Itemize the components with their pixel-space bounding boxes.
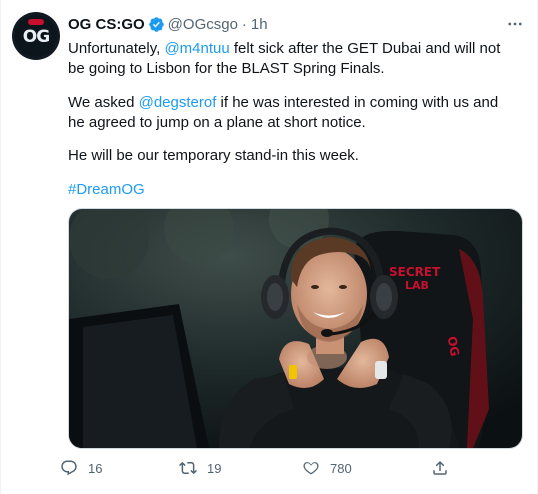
photo-illustration: SECRET LAB OG <box>69 209 522 448</box>
reply-button[interactable]: 16 <box>60 452 102 484</box>
tweet-actions-bar: 16 19 780 <box>60 452 490 484</box>
share-button[interactable] <box>431 452 449 484</box>
header-separator: · <box>241 15 247 33</box>
tweet-text: We asked <box>68 94 139 111</box>
tweet-header: OG CS:GO @OGcsgo · 1h <box>68 14 268 34</box>
mention-link[interactable]: @m4ntuu <box>164 40 229 57</box>
verified-icon <box>148 16 164 32</box>
tweet-paragraph-1: Unfortunately, @m4ntuu felt sick after t… <box>68 39 518 79</box>
tweet-photo[interactable]: SECRET LAB OG <box>68 208 523 449</box>
retweet-count: 19 <box>207 460 222 476</box>
like-count: 780 <box>330 460 352 476</box>
tweet-text: Unfortunately, <box>68 40 165 57</box>
reply-icon <box>61 460 77 476</box>
like-icon <box>303 462 319 475</box>
author-name[interactable]: OG CS:GO <box>68 16 145 33</box>
mention-link[interactable]: @degsterof <box>139 94 217 111</box>
avatar[interactable]: OG <box>12 12 60 60</box>
more-icon <box>508 22 522 26</box>
more-options-button[interactable] <box>498 10 532 38</box>
hashtag-paragraph: #DreamOG <box>68 180 518 200</box>
reply-count: 16 <box>88 460 103 476</box>
retweet-button[interactable]: 19 <box>179 452 221 484</box>
tweet-paragraph-2: We asked @degsterof if he was interested… <box>68 93 518 133</box>
chair-brand-text-1: SECRET <box>389 265 441 279</box>
like-button[interactable]: 780 <box>302 452 352 484</box>
tweet-timestamp[interactable]: 1h <box>251 16 268 33</box>
timeline-left-border <box>0 0 1 494</box>
avatar-logo-text: OG <box>22 27 50 47</box>
chair-brand-text-2: LAB <box>405 279 429 292</box>
author-handle[interactable]: @OGcsgo <box>168 16 238 33</box>
hashtag-link[interactable]: #DreamOG <box>68 181 145 198</box>
share-icon <box>433 460 447 475</box>
red-bull-logo-mark <box>28 19 44 25</box>
retweet-icon <box>179 461 197 475</box>
tweet-paragraph-3: He will be our temporary stand-in this w… <box>68 147 359 164</box>
